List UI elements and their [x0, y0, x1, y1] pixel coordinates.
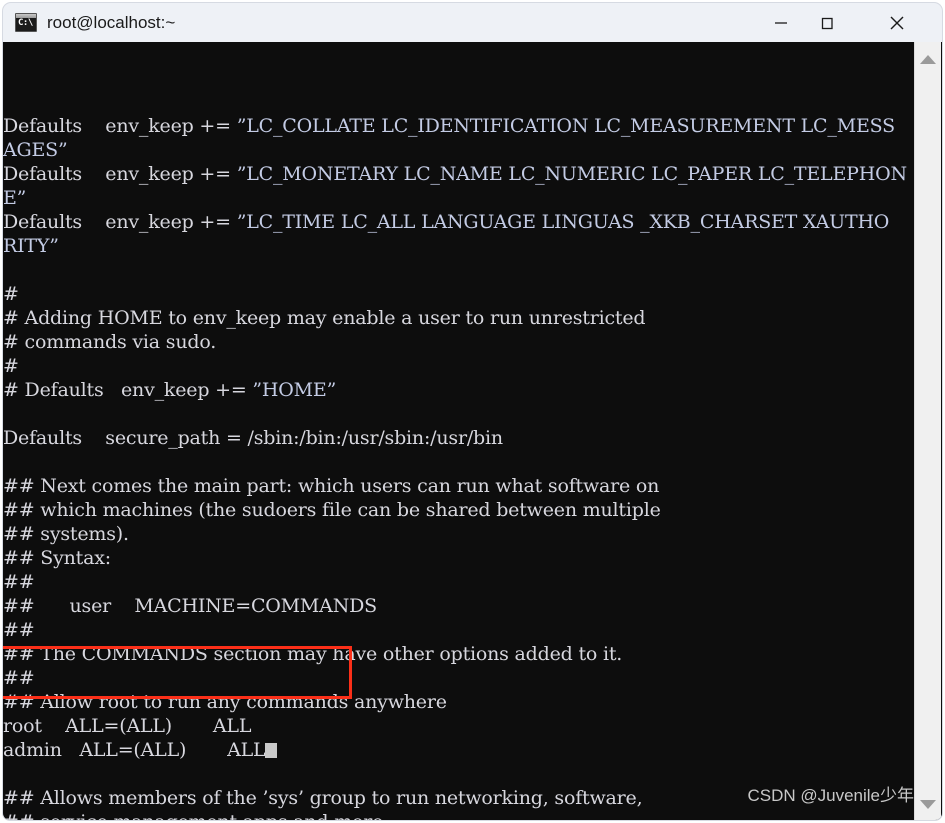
line-text: Defaults env_keep +=	[3, 115, 237, 137]
terminal-line: ## Allow root to run any commands anywhe…	[3, 690, 915, 714]
terminal-line: ## user MACHINE=COMMANDS	[3, 594, 915, 618]
terminal-line: AGES”	[3, 138, 915, 162]
terminal-line: #	[3, 354, 915, 378]
line-text: # commands via sudo.	[3, 331, 217, 353]
terminal-line: Defaults env_keep += ”LC_TIME LC_ALL LAN…	[3, 210, 915, 234]
terminal-line: ## service management apps and more.	[3, 810, 915, 820]
csdn-watermark: CSDN @Juvenile少年	[747, 786, 914, 805]
line-string: ”HOME”	[252, 379, 337, 401]
line-text: ## The COMMANDS section may have other o…	[3, 643, 623, 665]
vim-editor-screen[interactable]: Defaults env_keep += ”LC_COLLATE LC_IDEN…	[3, 42, 915, 820]
text-cursor	[265, 743, 278, 758]
command-prompt-icon: C:\	[15, 13, 37, 32]
terminal-line: # Adding HOME to env_keep may enable a u…	[3, 306, 915, 330]
line-text: ##	[3, 619, 35, 641]
line-text: Defaults secure_path = /sbin:/bin:/usr/s…	[3, 427, 503, 449]
maximize-button[interactable]	[804, 3, 850, 42]
terminal-line: ## Next comes the main part: which users…	[3, 474, 915, 498]
terminal-line: Defaults env_keep += ”LC_MONETARY LC_NAM…	[3, 162, 915, 186]
terminal-body[interactable]: Defaults env_keep += ”LC_COLLATE LC_IDEN…	[2, 42, 943, 821]
terminal-line: ## systems).	[3, 522, 915, 546]
line-text: # Adding HOME to env_keep may enable a u…	[3, 307, 646, 329]
window-title-bar[interactable]: C:\ root@localhost:~	[2, 2, 943, 42]
line-text: ## Allows members of the ’sys’ group to …	[3, 787, 643, 809]
line-text: ## which machines (the sudoers file can …	[3, 499, 661, 521]
terminal-line: Defaults env_keep += ”LC_COLLATE LC_IDEN…	[3, 114, 915, 138]
terminal-line: ## The COMMANDS section may have other o…	[3, 642, 915, 666]
line-text: ## Next comes the main part: which users…	[3, 475, 660, 497]
line-text: ## Syntax:	[3, 547, 111, 569]
terminal-line: # commands via sudo.	[3, 330, 915, 354]
terminal-line: #	[3, 282, 915, 306]
line-text: ##	[3, 667, 35, 689]
line-text: Defaults env_keep +=	[3, 163, 237, 185]
line-string: E”	[3, 187, 27, 209]
line-text: #	[3, 355, 19, 377]
line-text: Defaults env_keep +=	[3, 211, 237, 233]
close-icon	[890, 16, 904, 29]
terminal-line: RITY”	[3, 234, 915, 258]
terminal-line: ## Syntax:	[3, 546, 915, 570]
scroll-down-arrow-icon	[920, 799, 936, 809]
terminal-line: admin ALL=(ALL) ALL	[3, 738, 915, 762]
window-title: root@localhost:~	[47, 12, 176, 32]
line-text: ##	[3, 571, 35, 593]
terminal-line: Defaults secure_path = /sbin:/bin:/usr/s…	[3, 426, 915, 450]
terminal-scrollbar[interactable]	[914, 42, 941, 820]
scroll-up-arrow-icon	[920, 54, 936, 64]
terminal-line: # Defaults env_keep += ”HOME”	[3, 378, 915, 402]
line-string: ”LC_COLLATE LC_IDENTIFICATION LC_MEASURE…	[236, 115, 895, 137]
minimize-icon	[775, 21, 787, 24]
line-text: ## service management apps and more.	[3, 811, 389, 820]
line-text: ## systems).	[3, 523, 129, 545]
line-string: AGES”	[3, 139, 68, 161]
terminal-line: ##	[3, 666, 915, 690]
line-text: ## Allow root to run any commands anywhe…	[3, 691, 447, 713]
close-button[interactable]	[874, 3, 920, 42]
line-text: root ALL=(ALL) ALL	[3, 715, 252, 737]
scroll-up-arrow[interactable]	[915, 44, 941, 74]
terminal-window: C:\ root@localhost:~ Defaults env_keep +…	[0, 0, 945, 823]
line-text: ## user MACHINE=COMMANDS	[3, 595, 377, 617]
terminal-line: E”	[3, 186, 915, 210]
line-text: admin ALL=(ALL) ALL	[3, 739, 266, 761]
line-string: ”LC_TIME LC_ALL LANGUAGE LINGUAS _XKB_CH…	[236, 211, 890, 233]
line-string: ”LC_MONETARY LC_NAME LC_NUMERIC LC_PAPER…	[236, 163, 907, 185]
terminal-line: root ALL=(ALL) ALL	[3, 714, 915, 738]
terminal-line: ##	[3, 618, 915, 642]
line-text: #	[3, 283, 19, 305]
maximize-icon	[821, 17, 833, 29]
icon-prompt-text: C:\	[18, 18, 33, 28]
minimize-button[interactable]	[758, 3, 804, 42]
scroll-down-arrow[interactable]	[915, 789, 941, 819]
line-text: # Defaults env_keep +=	[3, 379, 253, 401]
line-string: RITY”	[3, 235, 59, 257]
terminal-line: ##	[3, 570, 915, 594]
terminal-line: ## which machines (the sudoers file can …	[3, 498, 915, 522]
